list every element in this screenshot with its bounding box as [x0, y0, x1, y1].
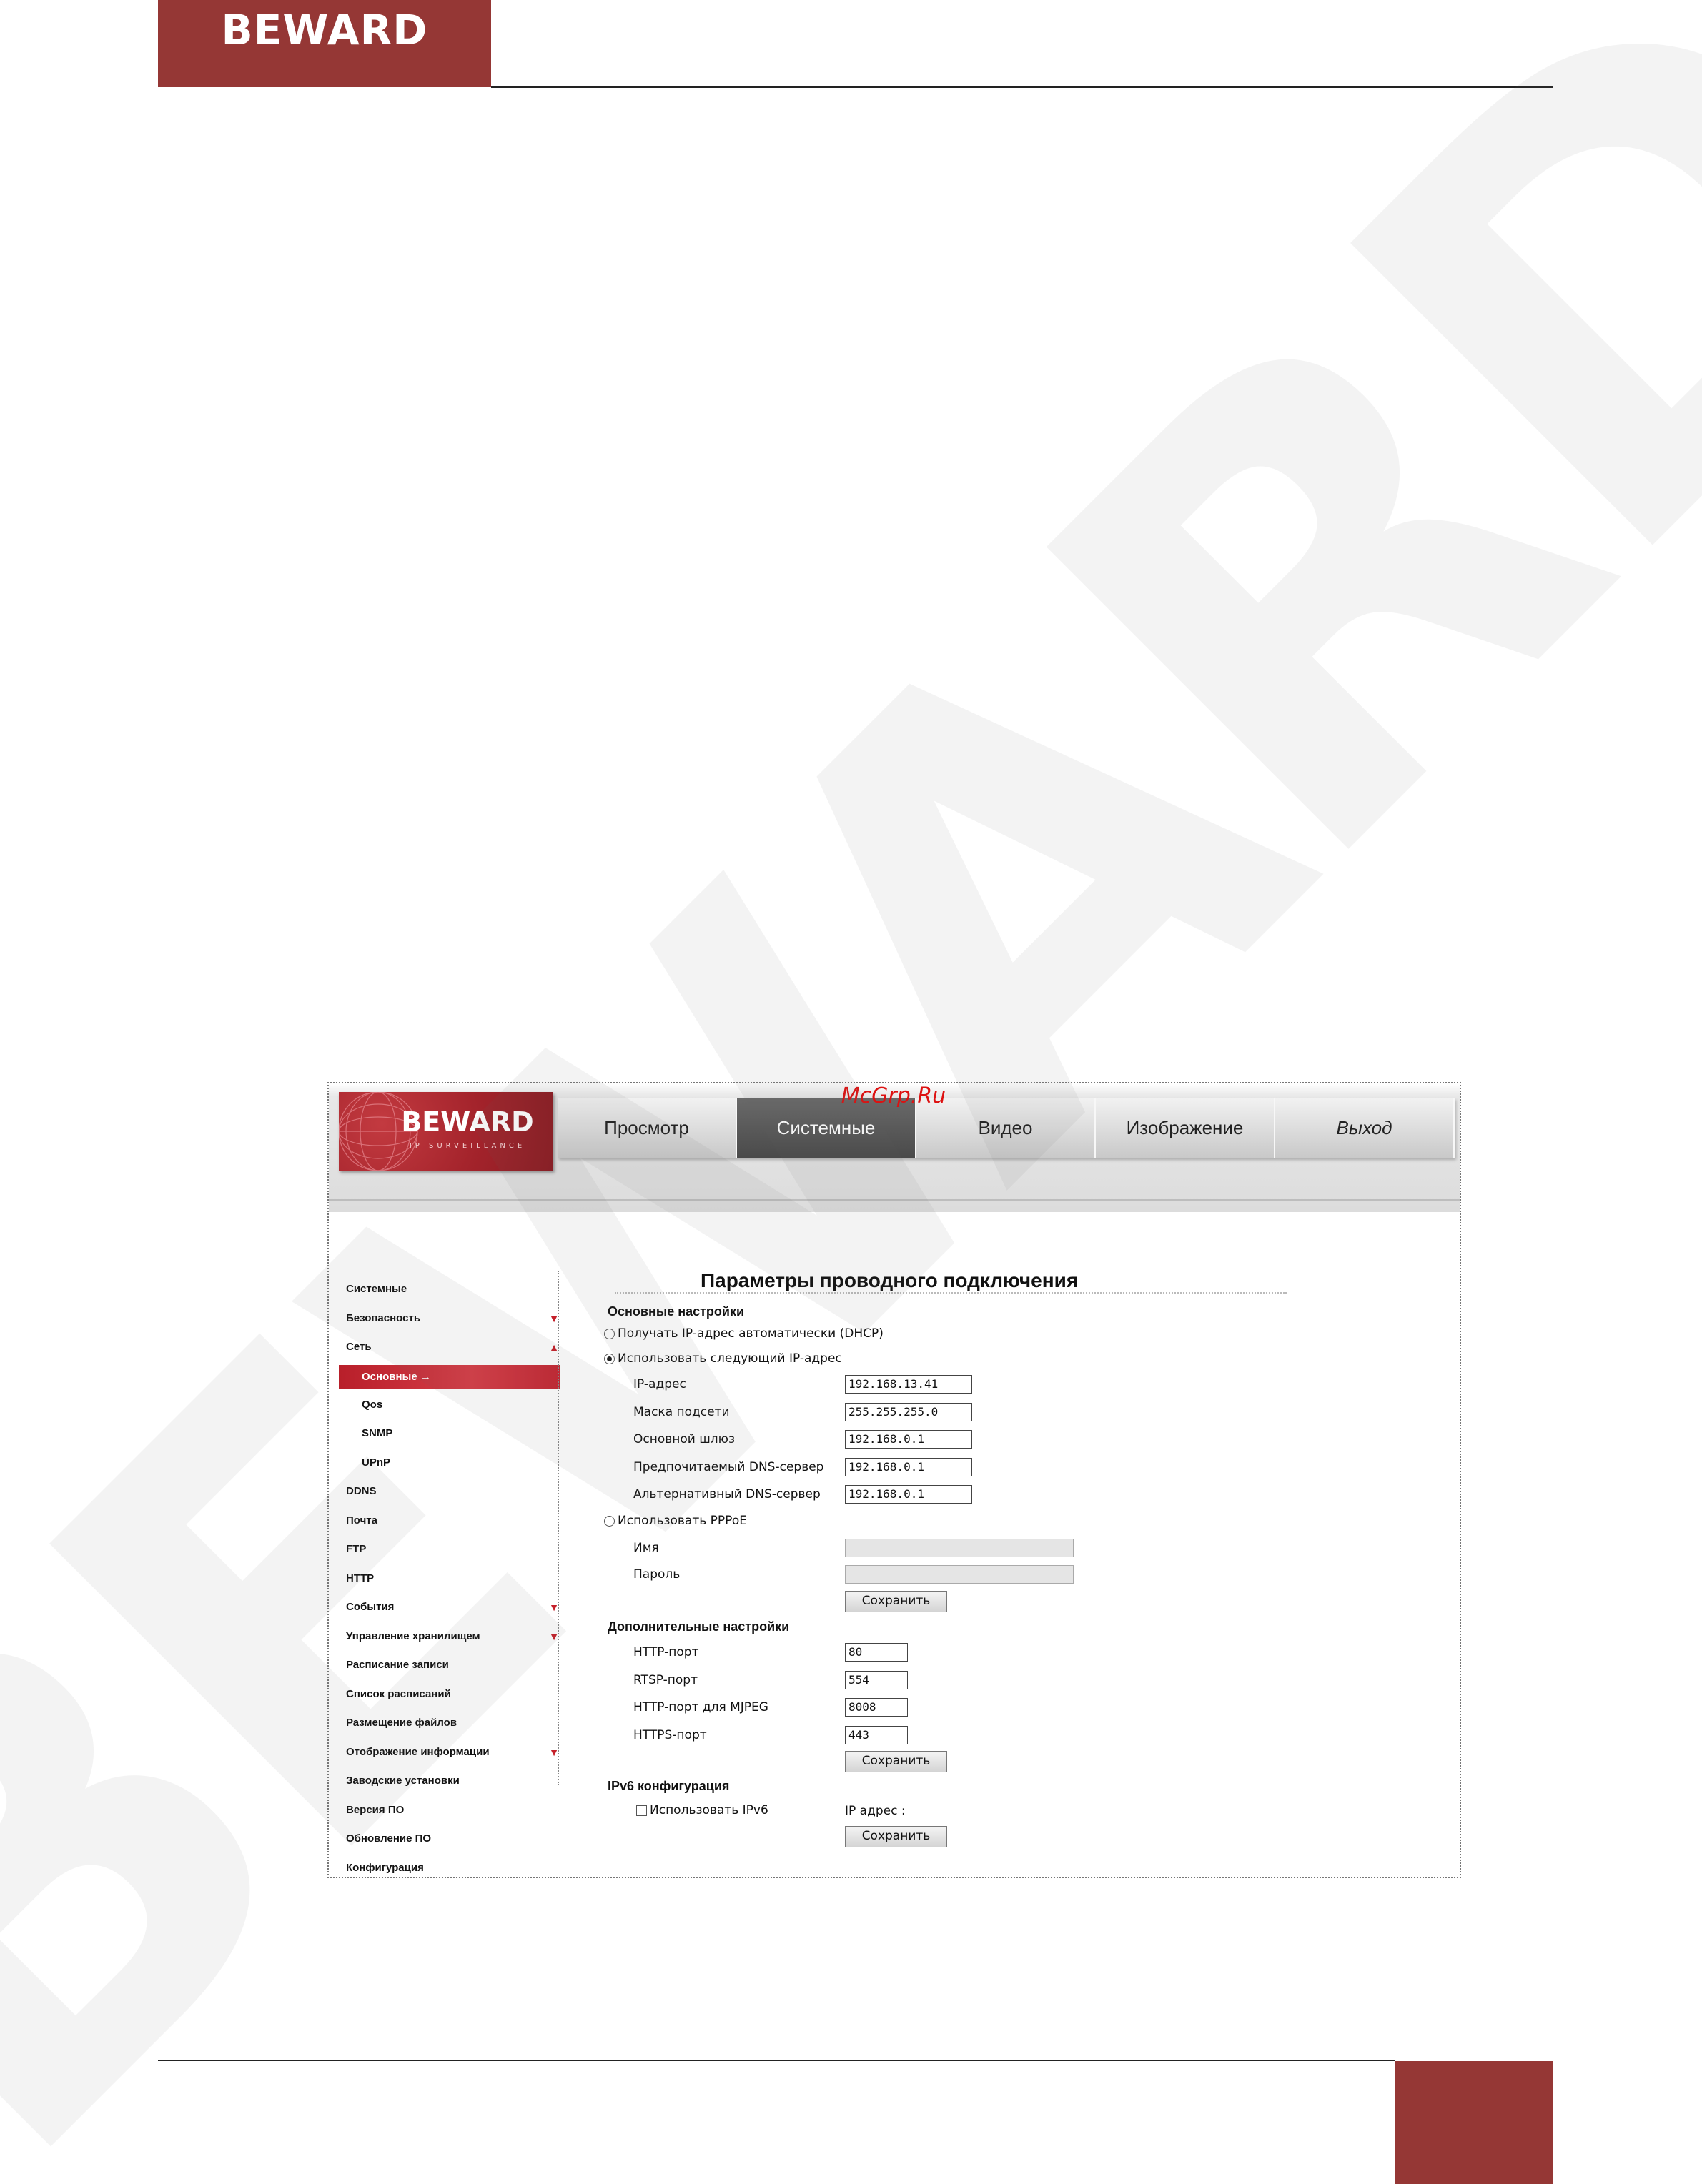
static-ip-radio[interactable] — [604, 1353, 615, 1364]
save-ipv6-button[interactable]: Сохранить — [845, 1826, 947, 1847]
sidebar-item-file-location[interactable]: Размещение файлов — [339, 1709, 560, 1738]
gateway-label: Основной шлюз — [633, 1432, 736, 1446]
header-logo: BEWARD — [221, 6, 428, 54]
page-title: Параметры проводного подключения — [615, 1269, 1287, 1294]
tab-view[interactable]: Просмотр — [558, 1098, 737, 1158]
web-ui-screenshot: BEWARD IP SURVEILLANCE Просмотр Системны… — [327, 1082, 1461, 1878]
main-tabs: Просмотр Системные Видео Изображение Вых… — [558, 1098, 1455, 1158]
ipv6-checkbox[interactable] — [636, 1805, 647, 1816]
pppoe-name-label: Имя — [633, 1541, 659, 1555]
header-rule — [491, 86, 1553, 88]
pppoe-password-field[interactable] — [845, 1565, 1074, 1584]
http-port-field[interactable]: 80 — [845, 1643, 908, 1662]
http-port-label: HTTP-порт — [633, 1645, 699, 1659]
pppoe-radio[interactable] — [604, 1515, 615, 1527]
sidebar-item-http[interactable]: HTTP — [339, 1564, 560, 1594]
sidebar-item-upnp[interactable]: UPnP — [339, 1449, 560, 1478]
mask-label: Маска подсети — [633, 1405, 730, 1419]
header-logo-box: BEWARD — [158, 0, 491, 87]
ipv6-heading: IPv6 конфигурация — [608, 1779, 730, 1793]
sidebar-item-basic[interactable]: Основные → — [339, 1364, 560, 1389]
sidebar-item-schedule-list[interactable]: Список расписаний — [339, 1680, 560, 1709]
sidebar-item-factory-defaults[interactable]: Заводские установки — [339, 1767, 560, 1796]
tab-image[interactable]: Изображение — [1096, 1098, 1275, 1158]
basic-settings-heading: Основные настройки — [608, 1304, 745, 1319]
save-advanced-button[interactable]: Сохранить — [845, 1751, 947, 1772]
sidebar-item-security[interactable]: Безопасность ▼ — [339, 1304, 560, 1334]
sidebar-item-storage[interactable]: Управление хранилищем ▼ — [339, 1622, 560, 1652]
static-ip-label: Использовать следующий IP-адрес — [618, 1351, 842, 1366]
https-port-label: HTTPS-порт — [633, 1728, 707, 1742]
https-port-field[interactable]: 443 — [845, 1726, 908, 1744]
sidebar-item-system[interactable]: Системные — [339, 1275, 560, 1304]
pppoe-option[interactable]: Использовать PPPoE — [604, 1514, 747, 1528]
dns1-field[interactable]: 192.168.0.1 — [845, 1458, 972, 1476]
ipv6-option[interactable]: Использовать IPv6 — [636, 1803, 768, 1817]
site-overlay-label: McGrp.Ru — [841, 1083, 946, 1108]
sidebar-item-info-display[interactable]: Отображение информации ▼ — [339, 1738, 560, 1767]
advanced-settings-heading: Дополнительные настройки — [608, 1619, 790, 1634]
footer-box — [1395, 2061, 1553, 2184]
sidebar-item-snmp[interactable]: SNMP — [339, 1419, 560, 1449]
dhcp-option[interactable]: Получать IP-адрес автоматически (DHCP) — [604, 1326, 884, 1341]
sidebar-item-configuration[interactable]: Конфигурация — [339, 1854, 560, 1877]
save-basic-button[interactable]: Сохранить — [845, 1591, 947, 1612]
footer-rule — [158, 2060, 1395, 2061]
app-logo-text: BEWARD — [401, 1106, 534, 1138]
dhcp-label: Получать IP-адрес автоматически (DHCP) — [618, 1326, 884, 1341]
mjpeg-port-label: HTTP-порт для MJPEG — [633, 1700, 768, 1714]
pppoe-password-label: Пароль — [633, 1567, 681, 1582]
dns2-field[interactable]: 192.168.0.1 — [845, 1485, 972, 1504]
pppoe-name-field[interactable] — [845, 1539, 1074, 1557]
tab-logout[interactable]: Выход — [1275, 1098, 1455, 1158]
gateway-field[interactable]: 192.168.0.1 — [845, 1430, 972, 1449]
top-bar-line — [329, 1199, 1460, 1201]
sidebar-item-events[interactable]: События ▼ — [339, 1593, 560, 1622]
dns1-label: Предпочитаемый DNS-сервер — [633, 1460, 824, 1474]
pppoe-label: Использовать PPPoE — [618, 1514, 747, 1528]
app-logo-subtitle: IP SURVEILLANCE — [409, 1142, 526, 1150]
sidebar-item-mail[interactable]: Почта — [339, 1507, 560, 1536]
ipv6-address-label: IP адрес : — [845, 1804, 906, 1818]
sidebar-item-ftp[interactable]: FTP — [339, 1535, 560, 1564]
sidebar-item-qos[interactable]: Qos — [339, 1391, 560, 1420]
app-logo: BEWARD IP SURVEILLANCE — [339, 1092, 553, 1171]
ip-label: IP-адрес — [633, 1377, 686, 1391]
dns2-label: Альтернативный DNS-сервер — [633, 1487, 821, 1502]
sidebar-separator — [558, 1271, 559, 1785]
sidebar: Системные Безопасность ▼ Сеть ▲ Основные →… — [339, 1275, 560, 1877]
dhcp-radio[interactable] — [604, 1328, 615, 1339]
ip-field[interactable]: 192.168.13.41 — [845, 1375, 972, 1394]
ipv6-label: Использовать IPv6 — [650, 1803, 768, 1817]
rtsp-port-label: RTSP-порт — [633, 1673, 698, 1687]
mask-field[interactable]: 255.255.255.0 — [845, 1403, 972, 1421]
sidebar-item-record-schedule[interactable]: Расписание записи — [339, 1651, 560, 1680]
mjpeg-port-field[interactable]: 8008 — [845, 1698, 908, 1717]
static-ip-option[interactable]: Использовать следующий IP-адрес — [604, 1351, 842, 1366]
sidebar-item-network[interactable]: Сеть ▲ — [339, 1333, 560, 1362]
rtsp-port-field[interactable]: 554 — [845, 1671, 908, 1689]
sidebar-item-firmware-version[interactable]: Версия ПО — [339, 1796, 560, 1825]
sidebar-item-ddns[interactable]: DDNS — [339, 1477, 560, 1507]
sidebar-item-firmware-update[interactable]: Обновление ПО — [339, 1825, 560, 1854]
